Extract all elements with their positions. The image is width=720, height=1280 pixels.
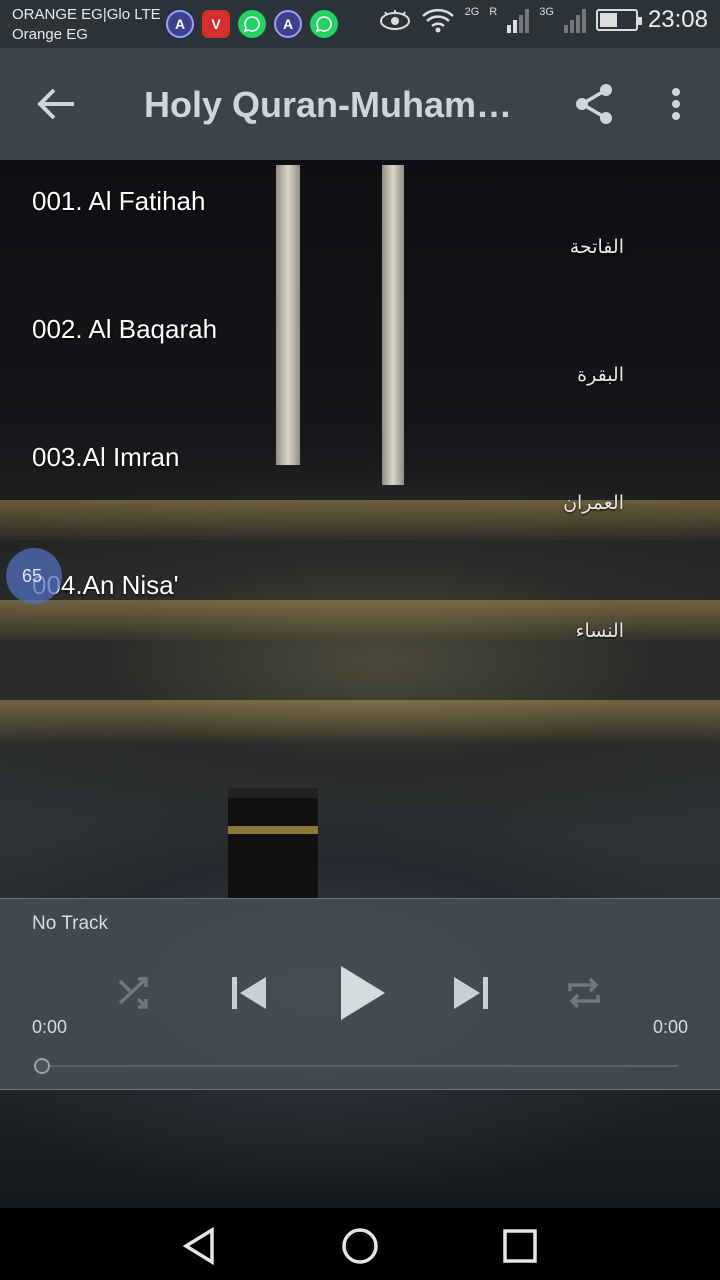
skip-previous-icon <box>232 977 266 1009</box>
track-arabic-name: الفاتحة <box>569 237 624 258</box>
clock: 23:08 <box>647 6 708 33</box>
signal-3g-icon <box>563 9 586 33</box>
app-a-icon: A <box>166 10 194 38</box>
app-a-icon: A <box>274 10 302 38</box>
roaming-label: R <box>489 6 498 18</box>
status-bar: ORANGE EG|Glo LTE Orange EG A V A 2G R 3… <box>0 0 720 48</box>
current-time: 0:00 <box>32 1017 68 1037</box>
track-arabic-name: النساء <box>575 621 624 642</box>
wifi-icon <box>421 8 454 33</box>
track-item[interactable]: 001. Al Fatihah الفاتحة <box>0 160 720 288</box>
vivaldi-icon: V <box>202 10 230 38</box>
next-button[interactable] <box>446 959 498 1027</box>
floating-badge[interactable]: 65 <box>6 548 62 604</box>
previous-button[interactable] <box>222 959 274 1027</box>
shuffle-button[interactable] <box>112 959 160 1027</box>
carrier-line-2: Orange EG <box>12 26 88 43</box>
back-nav-icon[interactable] <box>180 1226 220 1266</box>
kaaba <box>228 788 318 898</box>
carrier-line-1: ORANGE EG|Glo LTE <box>12 6 161 23</box>
seek-thumb[interactable] <box>34 1058 50 1074</box>
battery-icon <box>595 9 642 31</box>
seek-bar[interactable] <box>42 1065 678 1067</box>
play-button[interactable] <box>332 959 392 1027</box>
total-time: 0:00 <box>652 1017 688 1037</box>
shuffle-icon <box>118 977 148 1009</box>
mosque-tier <box>0 700 720 740</box>
home-nav-icon[interactable] <box>340 1226 380 1266</box>
system-status: 2G R 3G 23:08 <box>379 6 708 34</box>
track-item[interactable]: 002. Al Baqarah البقرة <box>0 288 720 416</box>
back-arrow-icon[interactable] <box>34 82 78 126</box>
network-3g-label: 3G <box>539 6 554 18</box>
track-arabic-name: العمران <box>563 493 624 514</box>
now-playing-label: No Track <box>32 913 109 934</box>
track-arabic-name: البقرة <box>577 365 624 386</box>
play-icon <box>341 966 385 1020</box>
navigation-bar <box>0 1208 720 1280</box>
whatsapp-icon <box>310 10 338 38</box>
more-options-icon[interactable] <box>660 80 692 128</box>
signal-2g-icon <box>507 9 530 33</box>
skip-next-icon <box>454 977 488 1009</box>
carrier-info: ORANGE EG|Glo LTE Orange EG <box>12 5 161 45</box>
track-title: 001. Al Fatihah <box>32 186 206 216</box>
app-title: Holy Quran-Muhammad Al Luhaidan <box>144 84 524 125</box>
track-item[interactable]: 004.An Nisa' النساء <box>0 544 720 672</box>
eye-icon <box>379 10 410 30</box>
app-bar: Holy Quran-Muhammad Al Luhaidan <box>0 48 720 160</box>
share-icon[interactable] <box>570 80 618 128</box>
network-2g-label: 2G <box>464 6 480 18</box>
track-title: 002. Al Baqarah <box>32 314 218 344</box>
track-title: 003.Al Imran <box>32 442 180 472</box>
whatsapp-icon <box>238 10 266 38</box>
repeat-button[interactable] <box>558 959 610 1027</box>
notification-icons: A V A <box>166 10 338 38</box>
player-panel: No Track 0:00 0:00 <box>0 898 720 1090</box>
track-item[interactable]: 003.Al Imran العمران <box>0 416 720 544</box>
recents-nav-icon[interactable] <box>500 1226 540 1266</box>
repeat-icon <box>568 977 600 1009</box>
